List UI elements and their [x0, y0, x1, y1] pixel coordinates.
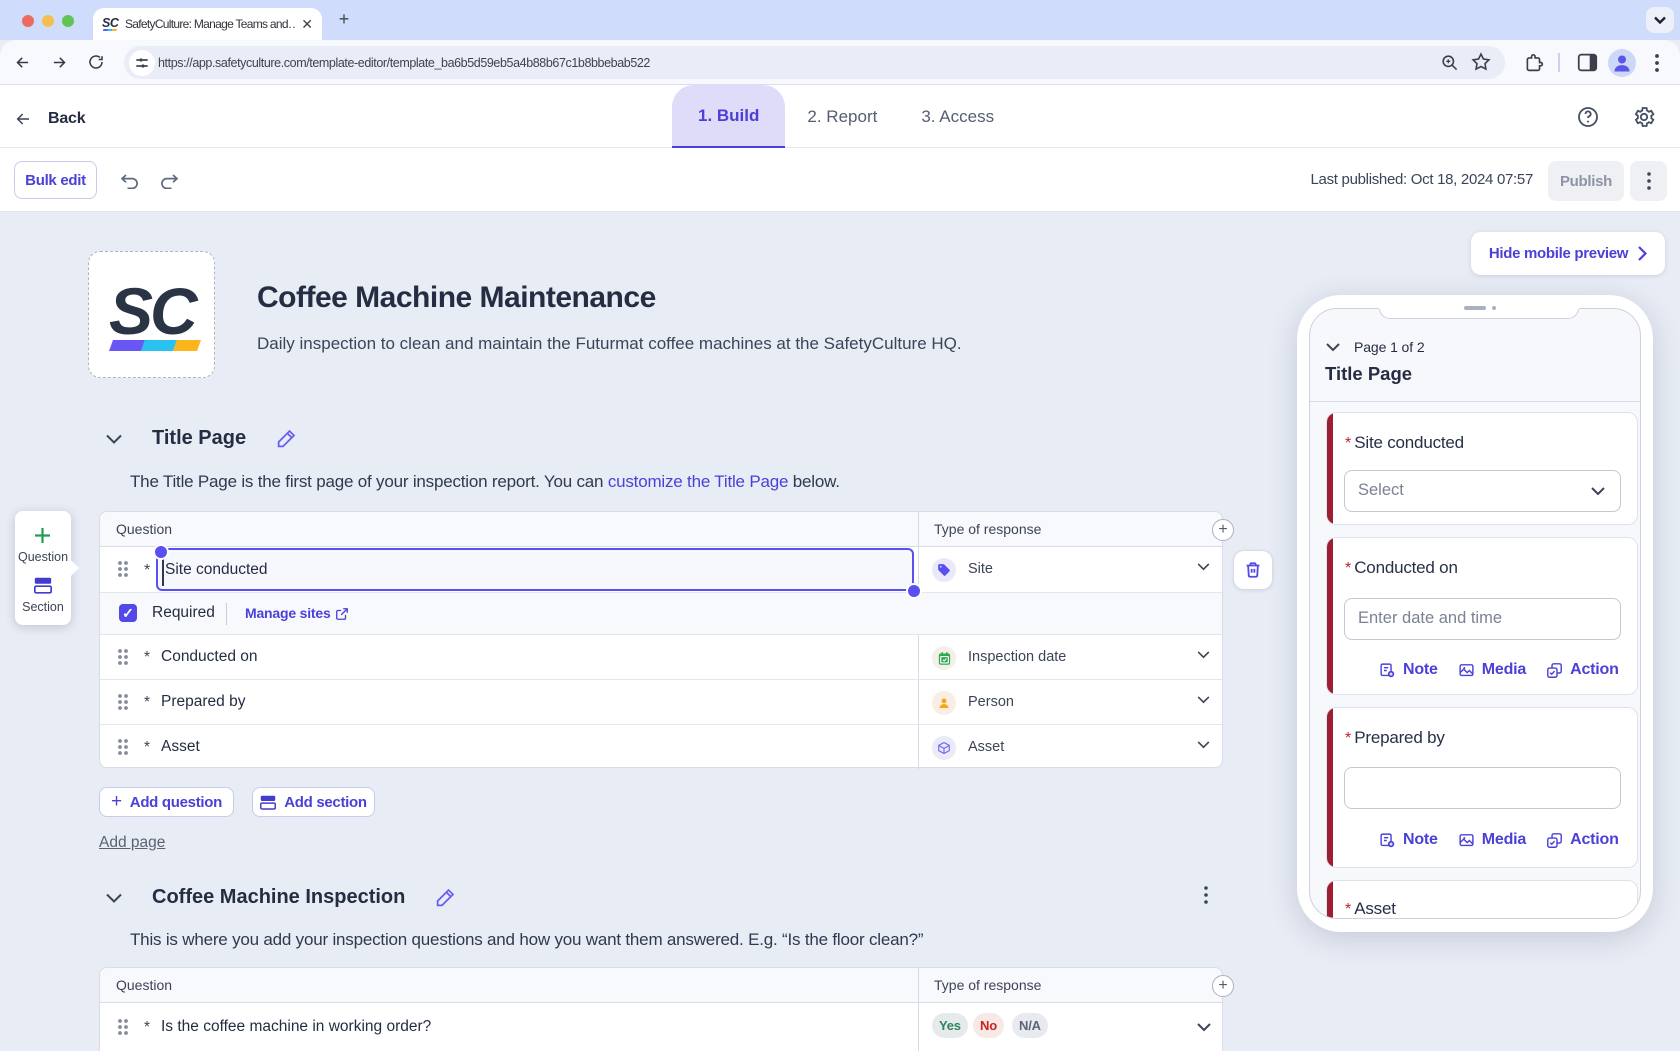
- svg-text:SC: SC: [102, 16, 119, 30]
- svg-text:SC: SC: [109, 274, 199, 348]
